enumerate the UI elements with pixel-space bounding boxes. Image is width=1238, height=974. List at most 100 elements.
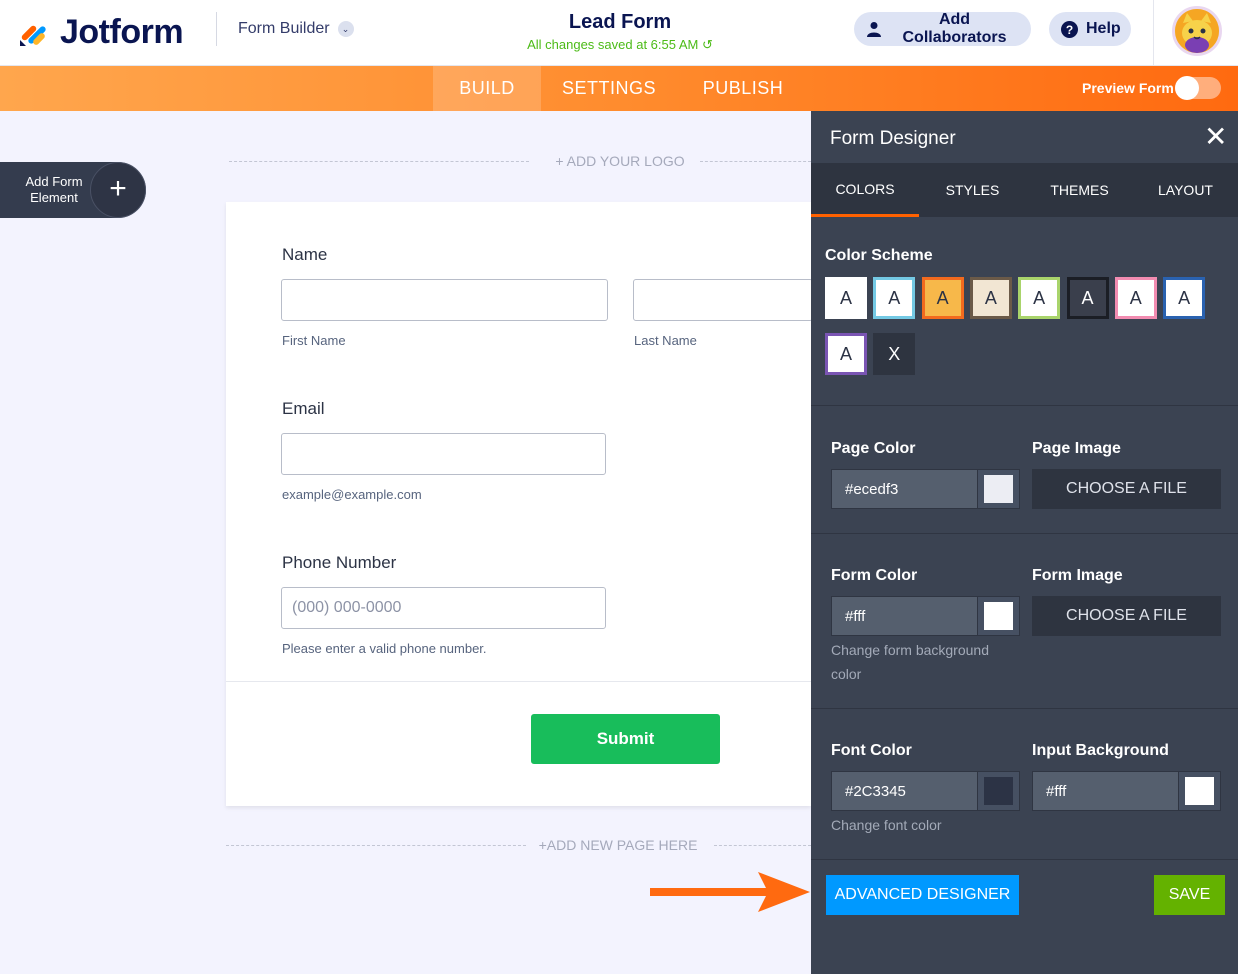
chevron-down-icon: ⌄ — [337, 21, 354, 37]
tab-styles[interactable]: STYLES — [919, 163, 1026, 217]
save-status: All changes saved at 6:55 AM ↺ — [470, 37, 770, 53]
form-builder-label: Form Builder — [238, 20, 330, 37]
user-avatar[interactable] — [1172, 6, 1222, 56]
email-sublabel: example@example.com — [282, 487, 422, 502]
logo-dash-right — [700, 161, 811, 162]
input-background-picker[interactable] — [1178, 772, 1220, 810]
refresh-icon: ↺ — [702, 37, 713, 52]
jotform-logo-icon — [20, 25, 46, 46]
page-dash-left — [226, 845, 526, 846]
form-color-help: Change form background color — [831, 642, 989, 682]
section-divider — [811, 405, 1238, 406]
form-image-label: Form Image — [1032, 567, 1123, 584]
page-color-value: #ecedf3 — [845, 481, 899, 498]
save-button[interactable]: SAVE — [1154, 875, 1225, 915]
page-dash-right — [714, 845, 811, 846]
tab-settings[interactable]: SETTINGS — [541, 66, 677, 111]
advanced-designer-button[interactable]: ADVANCED DESIGNER — [826, 875, 1019, 915]
submit-button[interactable]: Submit — [531, 714, 720, 764]
help-label: Help — [1086, 20, 1121, 37]
font-color-input[interactable]: #2C3345 — [831, 771, 1020, 811]
form-color-input[interactable]: #fff — [831, 596, 1020, 636]
page-color-swatch — [984, 475, 1013, 503]
add-collaborators-button[interactable]: Add Collaborators — [854, 11, 1031, 46]
page-color-picker[interactable] — [977, 470, 1019, 508]
clear-scheme-swatch[interactable]: X — [873, 333, 916, 375]
form-card: Name First Name Last Name Email example@… — [226, 202, 813, 806]
logo-dash-left — [229, 161, 529, 162]
section-divider — [811, 708, 1238, 709]
close-icon[interactable]: ✕ — [1204, 123, 1227, 151]
add-form-element-button[interactable]: Add Form Element + — [0, 162, 146, 218]
submit-divider — [226, 681, 811, 682]
input-background-input[interactable]: #fff — [1032, 771, 1221, 811]
color-scheme-swatch[interactable]: A — [825, 277, 867, 319]
page-image-label: Page Image — [1032, 440, 1121, 457]
add-form-element-label: Add Form Element — [25, 174, 83, 205]
input-background-swatch — [1185, 777, 1214, 805]
tab-themes[interactable]: THEMES — [1026, 163, 1133, 217]
page-image-choose-file-button[interactable]: CHOOSE A FILE — [1032, 469, 1221, 509]
add-new-page-link[interactable]: +ADD NEW PAGE HERE — [528, 837, 708, 853]
form-color-label: Form Color — [831, 567, 918, 584]
form-title-area: Lead Form All changes saved at 6:55 AM ↺ — [470, 11, 770, 53]
color-scheme-swatch[interactable]: A — [1018, 277, 1061, 319]
tab-colors[interactable]: COLORS — [811, 163, 919, 217]
phone-input[interactable]: (000) 000-0000 — [281, 587, 606, 629]
email-label: Email — [282, 399, 325, 418]
header-divider — [216, 12, 217, 46]
font-color-help: Change font color — [831, 817, 942, 833]
form-image-choose-file-button[interactable]: CHOOSE A FILE — [1032, 596, 1221, 636]
form-color-value: #fff — [845, 608, 866, 625]
name-label: Name — [282, 245, 328, 264]
email-input[interactable] — [281, 433, 606, 475]
color-scheme-swatch[interactable]: A — [825, 333, 867, 375]
form-color-swatch — [984, 602, 1013, 630]
header-divider-right — [1153, 0, 1154, 65]
tab-publish[interactable]: PUBLISH — [677, 66, 809, 111]
section-divider — [811, 859, 1238, 860]
preview-form-label: Preview Form — [1082, 80, 1174, 96]
cat-avatar-icon — [1175, 9, 1219, 53]
designer-header: Form Designer ✕ — [811, 111, 1238, 163]
page-color-input[interactable]: #ecedf3 — [831, 469, 1020, 509]
tab-layout[interactable]: LAYOUT — [1133, 163, 1238, 217]
color-scheme-swatch[interactable]: A — [921, 277, 964, 319]
toggle-knob — [1175, 76, 1199, 100]
arrow-right-icon — [650, 872, 810, 912]
color-scheme-swatch[interactable]: A — [873, 277, 916, 319]
color-scheme-swatch[interactable]: A — [1163, 277, 1206, 319]
save-status-text: All changes saved at 6:55 AM — [527, 37, 699, 52]
form-color-picker[interactable] — [977, 597, 1019, 635]
color-scheme-swatch[interactable]: A — [969, 277, 1012, 319]
font-color-label: Font Color — [831, 742, 912, 759]
help-button[interactable]: ? Help — [1049, 12, 1131, 46]
designer-title: Form Designer — [830, 128, 956, 149]
font-color-picker[interactable] — [977, 772, 1019, 810]
color-scheme-swatch[interactable]: A — [1114, 277, 1157, 319]
input-background-label: Input Background — [1032, 742, 1169, 759]
question-icon: ? — [1061, 20, 1078, 38]
input-background-value: #fff — [1046, 783, 1067, 800]
brand-name: Jotform — [60, 12, 184, 51]
last-name-sublabel: Last Name — [634, 333, 697, 348]
form-title[interactable]: Lead Form — [470, 11, 770, 34]
font-color-swatch — [984, 777, 1013, 805]
color-scheme-swatch[interactable]: A — [1066, 277, 1109, 319]
last-name-input[interactable] — [633, 279, 813, 321]
section-divider — [811, 533, 1238, 534]
jotform-logo[interactable]: Jotform — [18, 12, 184, 52]
phone-sublabel: Please enter a valid phone number. — [282, 641, 487, 656]
add-logo-link[interactable]: + ADD YOUR LOGO — [540, 153, 700, 169]
add-collaborators-label: Add Collaborators — [902, 11, 1007, 46]
phone-label: Phone Number — [282, 553, 397, 572]
first-name-sublabel: First Name — [282, 333, 346, 348]
builder-navbar: BUILD SETTINGS PUBLISH Preview Form — [0, 66, 1238, 111]
preview-form-toggle[interactable] — [1175, 76, 1221, 100]
first-name-input[interactable] — [281, 279, 608, 321]
form-designer-panel: Form Designer ✕ COLORS STYLES THEMES LAY… — [811, 111, 1238, 974]
form-builder-dropdown[interactable]: Form Builder ⌄ — [238, 20, 354, 38]
tab-build[interactable]: BUILD — [433, 66, 541, 111]
designer-tabs: COLORS STYLES THEMES LAYOUT — [811, 163, 1238, 217]
font-color-value: #2C3345 — [845, 783, 906, 800]
